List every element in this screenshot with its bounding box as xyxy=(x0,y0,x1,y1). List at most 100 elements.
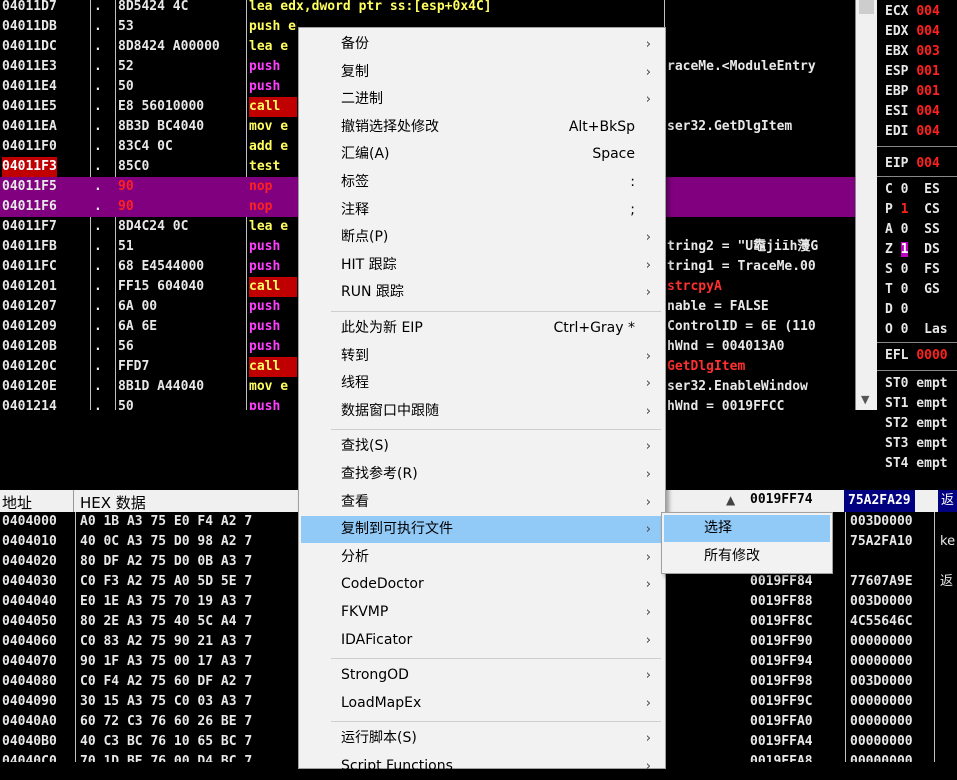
submenu-item-label: 所有修改 xyxy=(704,548,760,564)
menu-item-item-11[interactable]: 转到 › xyxy=(301,343,663,370)
disasm-marker: . xyxy=(94,179,102,194)
scroll-up-arrow-icon[interactable]: ▲ xyxy=(726,493,735,507)
menu-item-s[interactable]: 查找(S) › xyxy=(301,433,663,460)
menu-item-script-functions[interactable]: Script Functions › xyxy=(301,753,663,780)
divider xyxy=(877,146,957,147)
disasm-marker: . xyxy=(94,239,102,254)
menu-item-item-0[interactable]: 备份 › xyxy=(301,31,663,58)
scroll-down-arrow-icon[interactable]: ▼ xyxy=(861,393,869,406)
submenu-item-select[interactable]: 选择 xyxy=(664,515,830,542)
register-row[interactable]: EDX 004 xyxy=(885,22,940,42)
menu-item-item-2[interactable]: 二进制 › xyxy=(301,86,663,113)
registers-pane[interactable]: ECX 004 EDX 004 EBX 003 ESP 001 EBP 001 ESI 0… xyxy=(877,0,957,490)
register-row[interactable]: EBP 001 xyxy=(885,82,940,102)
register-row[interactable]: ESP 001 xyxy=(885,62,940,82)
dump-hex: C0 F3 A2 75 A0 5D 5E 7 xyxy=(80,574,253,589)
stack-value: 4C55646C xyxy=(850,614,913,629)
flag-row[interactable]: C 0 ES xyxy=(885,180,940,200)
menu-item-p[interactable]: 断点(P) › xyxy=(301,224,663,251)
disasm-address: 0401209 xyxy=(2,319,57,334)
register-row[interactable]: ESI 004 xyxy=(885,102,940,122)
menu-item-item-18[interactable]: 分析 › xyxy=(301,544,663,571)
flag-row[interactable]: D 0 xyxy=(885,300,924,320)
menu-item-label: IDAFicator xyxy=(341,631,413,648)
disasm-marker: . xyxy=(94,139,102,154)
fpu-row[interactable]: ST1 empt xyxy=(885,394,948,414)
scrollbar-thumb[interactable] xyxy=(859,0,874,14)
flag-row[interactable]: S 0 FS xyxy=(885,260,940,280)
stack-header-row[interactable]: ▲ 0019FF74 75A2FA29 返 xyxy=(670,490,957,512)
menu-item-strongod[interactable]: StrongOD › xyxy=(301,662,663,689)
register-value: 004 xyxy=(916,104,940,119)
context-menu[interactable]: 备份 › 复制 › 二进制 › 撤销选择处修改 Alt+BkSp 汇编(A) Space 标签: 注释… xyxy=(298,27,666,774)
stack-row[interactable]: 0019FF8C 4C55646C xyxy=(670,612,957,632)
stack-row[interactable]: 0019FFA4 00000000 xyxy=(670,732,957,752)
stack-row[interactable]: 0019FF90 00000000 xyxy=(670,632,957,652)
menu-item-loadmapex[interactable]: LoadMapEx › xyxy=(301,690,663,717)
menu-item-item-3[interactable]: 撤销选择处修改 Alt+BkSp xyxy=(301,114,663,141)
menu-item-codedoctor[interactable]: CodeDoctor › xyxy=(301,571,663,598)
stack-row[interactable]: 0019FF9C 00000000 xyxy=(670,692,957,712)
disassembly-scrollbar[interactable]: ▼ xyxy=(855,0,878,410)
stack-comment: ke xyxy=(940,534,956,549)
disasm-hex: 53 xyxy=(118,19,134,34)
menu-item-a[interactable]: 汇编(A) Space xyxy=(301,141,663,168)
register-row-efl[interactable]: EFL 0000 xyxy=(885,346,948,366)
menu-item-r[interactable]: 查找参考(R) › xyxy=(301,461,663,488)
flag-row[interactable]: A 0 SS xyxy=(885,220,940,240)
register-row[interactable]: EBX 003 xyxy=(885,42,940,62)
flag-row[interactable]: Z 1 DS xyxy=(885,240,940,260)
register-row[interactable]: ECX 004 xyxy=(885,2,940,22)
menu-item-label: FKVMP xyxy=(341,604,389,620)
menu-item-eip[interactable]: 此处为新 EIP Ctrl+Gray * xyxy=(301,315,663,342)
register-row[interactable]: EDI 004 xyxy=(885,122,940,142)
menu-item-item-16[interactable]: 查看 › xyxy=(301,489,663,516)
stack-row[interactable]: 0019FF84 77607A9E 返 xyxy=(670,572,957,592)
submenu-item-all-changes[interactable]: 所有修改 xyxy=(664,543,830,570)
stack-row[interactable]: 0019FFA0 00000000 xyxy=(670,712,957,732)
flag-row[interactable]: P 1 CS xyxy=(885,200,940,220)
disasm-row[interactable]: 04011D7. 8D5424 4C lea edx,dword ptr ss:[e… xyxy=(0,0,855,17)
disasm-address: 040120E xyxy=(2,379,57,394)
menu-item-item-13[interactable]: 数据窗口中跟随 › xyxy=(301,398,663,425)
disasm-address: 04011DB xyxy=(2,19,57,34)
menu-item-idaficator[interactable]: IDAFicator › xyxy=(301,627,663,654)
flag-row[interactable]: T 0 GS xyxy=(885,280,940,300)
menu-item-item-5[interactable]: 标签: xyxy=(301,169,663,196)
disasm-address: 04011F3 xyxy=(2,157,57,177)
menu-item-s[interactable]: 运行脚本(S) › xyxy=(301,725,663,752)
menu-item-item-6[interactable]: 注释; xyxy=(301,197,663,224)
dump-hex-header[interactable]: HEX 数据 xyxy=(80,492,146,512)
disasm-hex: 50 xyxy=(118,399,134,410)
menu-item-item-17[interactable]: 复制到可执行文件 › xyxy=(301,516,663,544)
stack-row[interactable]: 0019FFA8 00000000 xyxy=(670,752,957,762)
dump-hex: 80 DF A2 75 D0 0B A3 7 xyxy=(80,554,253,569)
menu-item-item-1[interactable]: 复制 › xyxy=(301,59,663,86)
disasm-hex: 90 xyxy=(118,179,134,194)
menu-item-hit[interactable]: HIT 跟踪 › xyxy=(301,252,663,279)
menu-item-label: 查看 xyxy=(341,493,369,510)
stack-row[interactable]: 0019FF94 00000000 xyxy=(670,652,957,672)
menu-item-item-12[interactable]: 线程 › xyxy=(301,370,663,397)
menu-item-fkvmp[interactable]: FKVMP › xyxy=(301,599,663,626)
submenu-arrow-icon: › xyxy=(645,549,651,565)
register-name: EBP xyxy=(885,84,917,99)
stack-value: 77607A9E xyxy=(850,574,913,589)
register-row-eip[interactable]: EIP 004 xyxy=(885,154,940,174)
disasm-instruction: test xyxy=(249,159,281,174)
submenu-arrow-icon: › xyxy=(645,467,651,482)
fpu-row[interactable]: ST0 empt xyxy=(885,374,948,394)
fpu-row[interactable]: ST4 empt xyxy=(885,454,948,474)
fpu-row[interactable]: ST2 empt xyxy=(885,414,948,434)
flag-row[interactable]: O 0 Las xyxy=(885,320,948,340)
menu-item-run[interactable]: RUN 跟踪 › xyxy=(301,279,663,306)
disasm-comment: ControlID = 6E (110 xyxy=(667,319,816,334)
stack-row[interactable]: 0019FF98 003D0000 xyxy=(670,672,957,692)
flag-name: D xyxy=(885,302,901,317)
dump-address-header[interactable]: 地址 xyxy=(2,492,32,512)
submenu-arrow-icon: › xyxy=(645,494,651,510)
copy-to-executable-submenu[interactable]: 选择所有修改 xyxy=(661,512,833,574)
stack-row[interactable]: 0019FF88 003D0000 xyxy=(670,592,957,612)
dump-hex: 90 1F A3 75 00 17 A3 7 xyxy=(80,654,253,669)
fpu-row[interactable]: ST3 empt xyxy=(885,434,948,454)
